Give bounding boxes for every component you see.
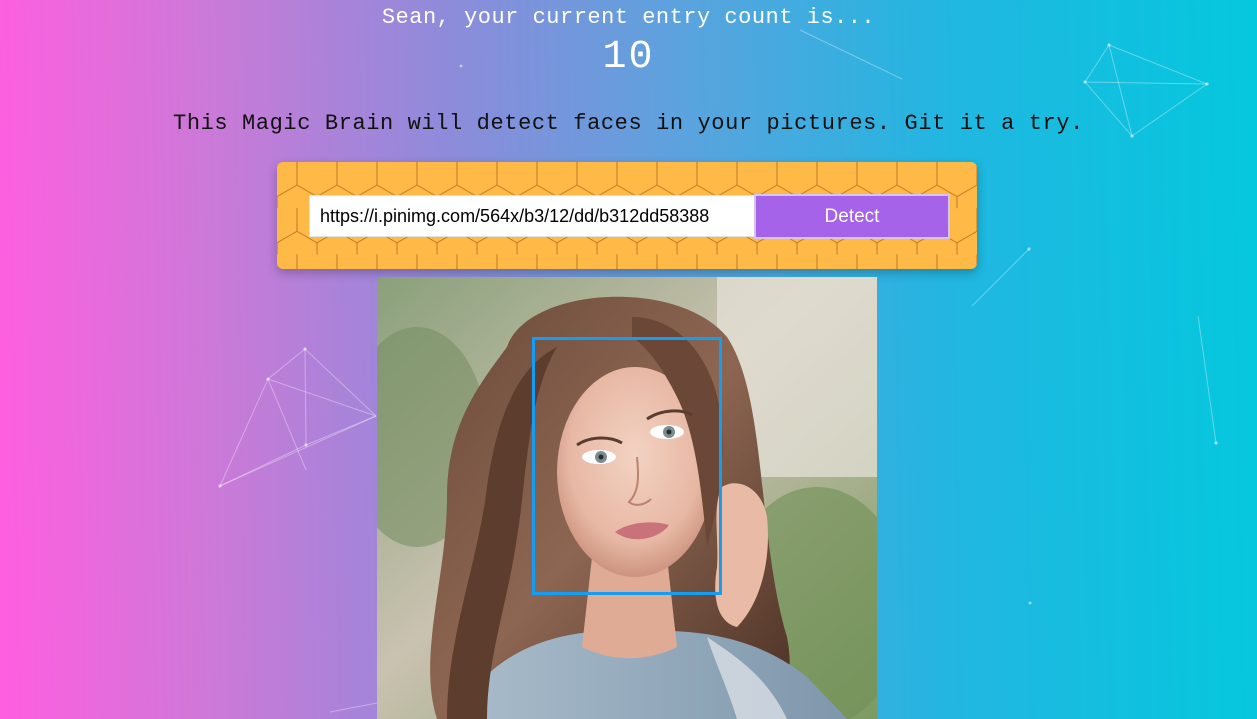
detect-button[interactable]: Detect — [754, 194, 950, 239]
entry-count-value: 10 — [602, 35, 655, 80]
entry-count-greeting: Sean, your current entry count is... — [381, 5, 876, 30]
image-url-input[interactable] — [309, 195, 755, 237]
result-image — [377, 277, 877, 719]
image-url-form: Detect — [277, 162, 977, 269]
app-tagline: This Magic Brain will detect faces in yo… — [173, 111, 1084, 136]
face-bounding-box — [532, 337, 722, 595]
